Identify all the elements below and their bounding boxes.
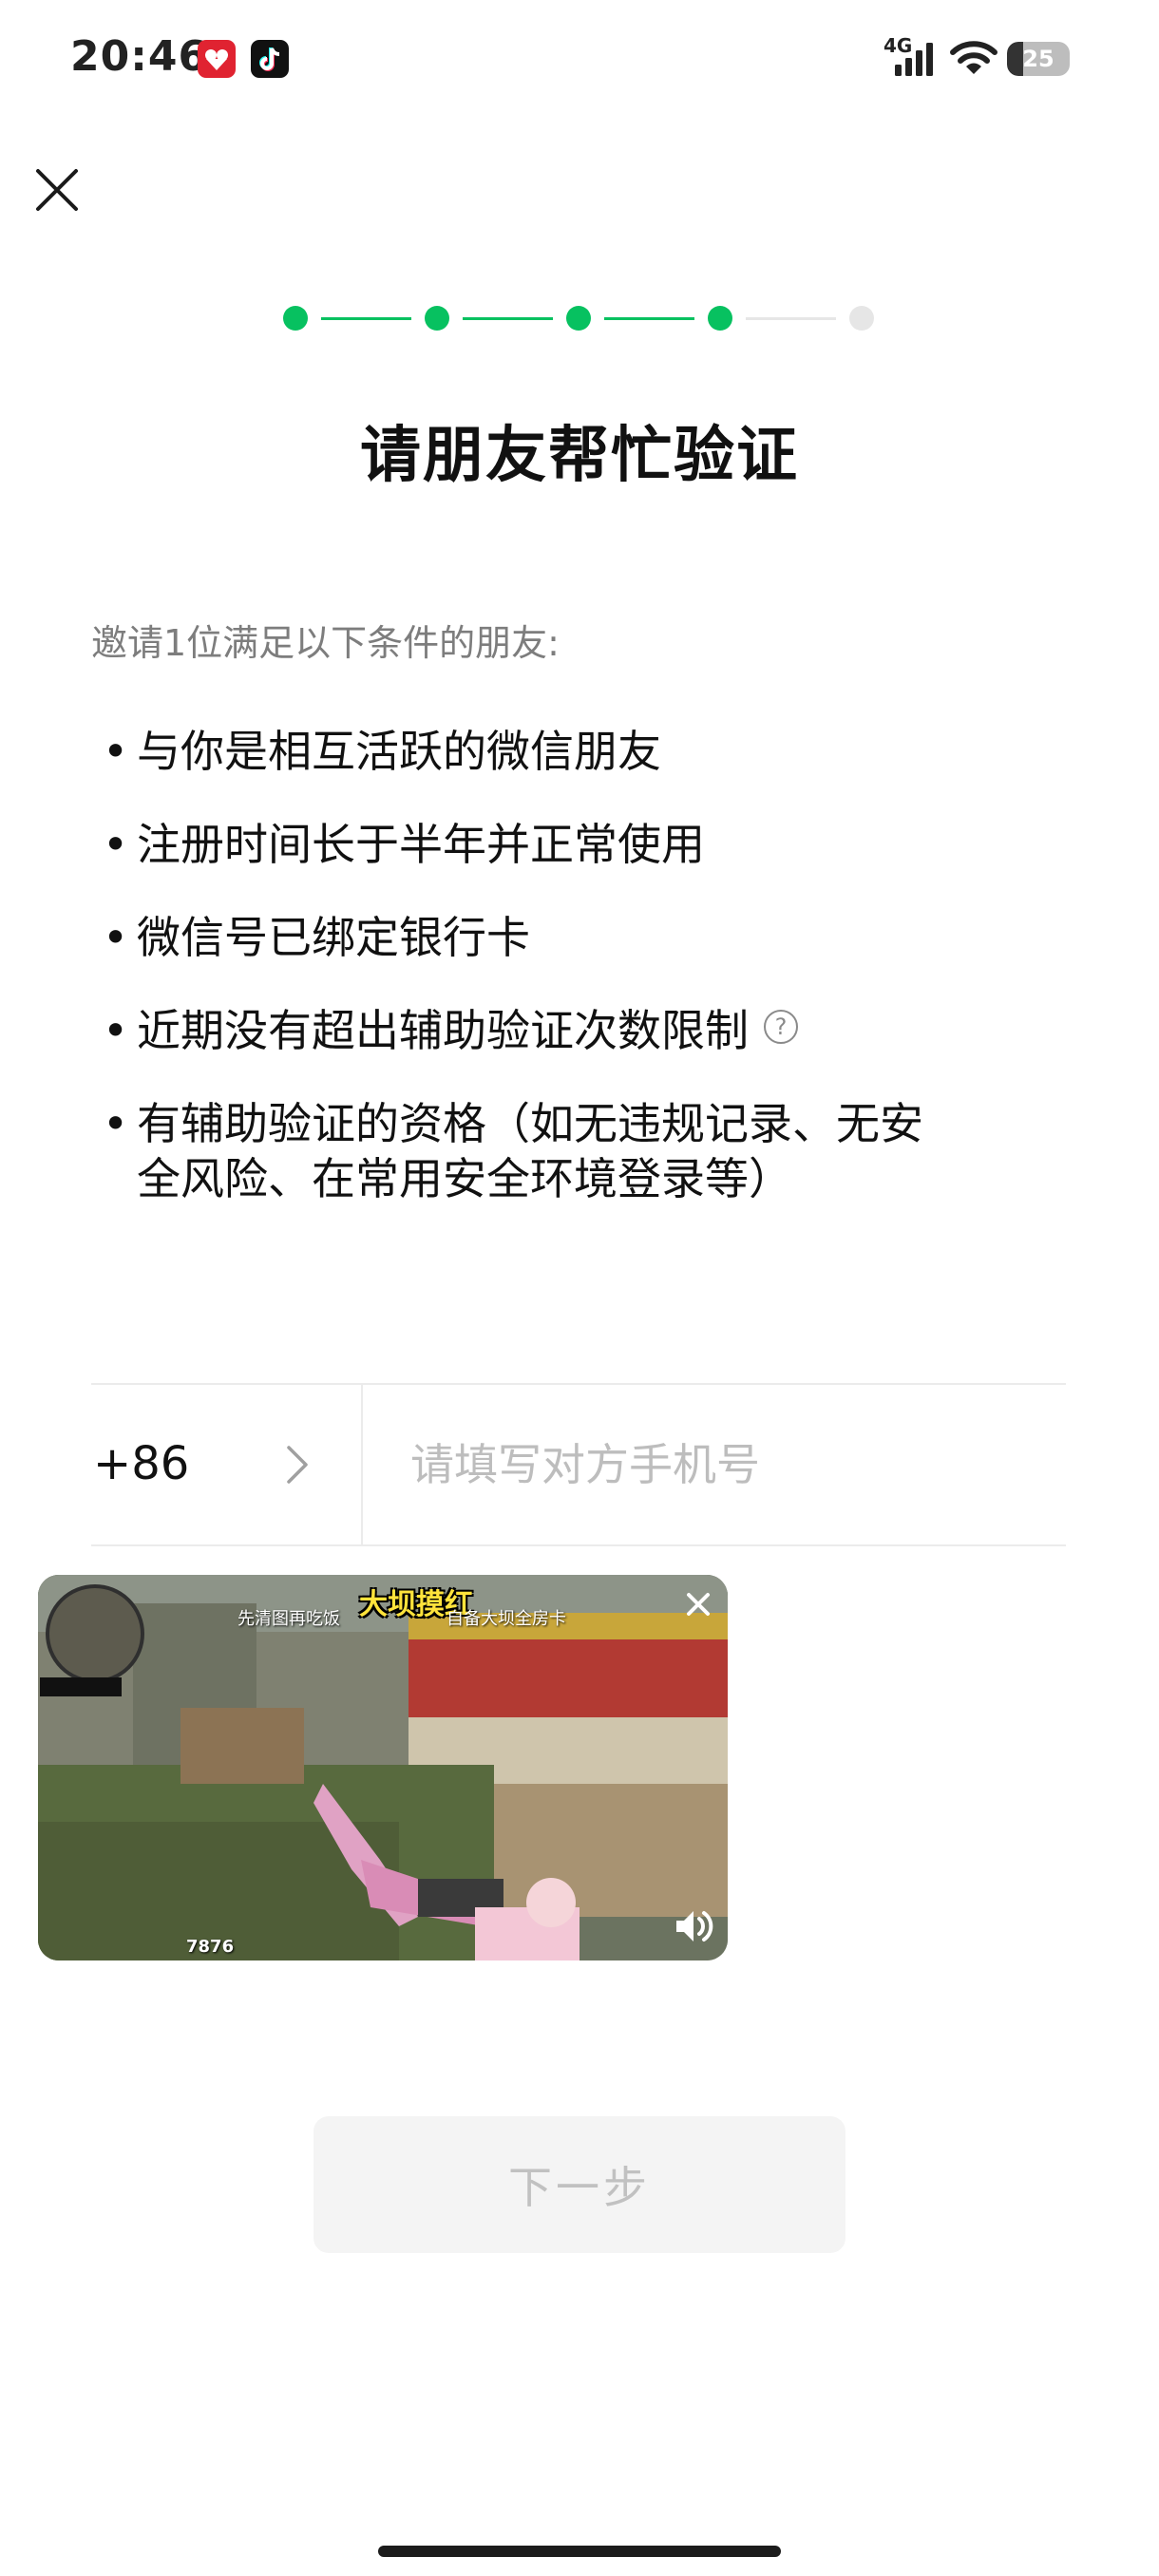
next-button[interactable]: 下一步 bbox=[314, 2116, 846, 2253]
wifi-icon bbox=[950, 41, 998, 74]
close-icon bbox=[36, 169, 78, 211]
progress-step-line bbox=[321, 317, 411, 320]
condition-item: • 与你是相互活跃的微信朋友 bbox=[103, 724, 1053, 779]
help-icon[interactable]: ? bbox=[762, 1003, 800, 1058]
conditions-intro: 邀请1位满足以下条件的朋友: bbox=[91, 622, 560, 664]
condition-text: 微信号已绑定银行卡 bbox=[137, 912, 530, 963]
status-time: 20:46 bbox=[70, 32, 209, 81]
condition-item: • 微信号已绑定银行卡 bbox=[103, 910, 1053, 965]
home-indicator[interactable] bbox=[378, 2546, 781, 2557]
condition-text: 与你是相互活跃的微信朋友 bbox=[137, 726, 661, 777]
phone-input-row: +86 bbox=[91, 1383, 1066, 1546]
progress-step-dot bbox=[425, 306, 449, 331]
close-button[interactable] bbox=[28, 161, 86, 218]
volume-icon bbox=[676, 1911, 713, 1941]
phone-number-input[interactable] bbox=[410, 1432, 1018, 1497]
bullet: • bbox=[103, 819, 129, 870]
progress-step-dot bbox=[708, 306, 732, 331]
condition-text: 注册时间长于半年并正常使用 bbox=[137, 819, 705, 870]
progress-steps bbox=[283, 302, 874, 334]
progress-step-dot bbox=[566, 306, 591, 331]
cellular-signal-icon bbox=[895, 43, 933, 76]
progress-step-line bbox=[604, 317, 694, 320]
volume-button[interactable] bbox=[671, 1904, 716, 1949]
progress-step-dot bbox=[849, 306, 874, 331]
battery-icon: 25 bbox=[1007, 42, 1070, 76]
svg-text:?: ? bbox=[775, 1013, 788, 1040]
bullet: • bbox=[103, 726, 129, 777]
video-subtitle-right: 自备大坝全房卡 bbox=[446, 1609, 566, 1629]
progress-step-dot bbox=[283, 306, 308, 331]
video-score: 7876 bbox=[186, 1937, 235, 1957]
app-notification-icon bbox=[198, 40, 236, 78]
condition-item: • 有辅助验证的资格（如无违规记录、无安 全风险、在常用安全环境登录等） bbox=[103, 1096, 1053, 1206]
status-bar: 20:46 4G 25 bbox=[0, 0, 1159, 114]
bullet: • bbox=[103, 1098, 129, 1149]
tiktok-notification-icon bbox=[251, 40, 289, 78]
floating-video[interactable]: 大坝摸红 先清图再吃饭 自备大坝全房卡 7876 bbox=[38, 1575, 728, 1960]
condition-text: 近期没有超出辅助验证次数限制 bbox=[137, 1005, 749, 1056]
close-icon bbox=[687, 1593, 710, 1616]
bullet: • bbox=[103, 1005, 129, 1056]
bullet: • bbox=[103, 912, 129, 963]
video-close-button[interactable] bbox=[682, 1588, 714, 1620]
video-frame bbox=[38, 1575, 728, 1960]
condition-text: 有辅助验证的资格（如无违规记录、无安 bbox=[137, 1098, 923, 1149]
condition-item: • 近期没有超出辅助验证次数限制? bbox=[103, 1003, 1053, 1058]
country-code-selector[interactable]: +86 bbox=[91, 1385, 363, 1544]
progress-step-line bbox=[746, 317, 836, 320]
battery-level: 25 bbox=[1022, 46, 1054, 72]
progress-step-line bbox=[463, 317, 553, 320]
video-subtitle-left: 先清图再吃饭 bbox=[238, 1609, 340, 1629]
chevron-right-icon bbox=[287, 1446, 308, 1484]
country-code: +86 bbox=[93, 1437, 190, 1490]
conditions-list: • 与你是相互活跃的微信朋友 • 注册时间长于半年并正常使用 • 微信号已绑定银行卡 … bbox=[103, 724, 1053, 1244]
condition-item: • 注册时间长于半年并正常使用 bbox=[103, 817, 1053, 872]
page-title: 请朋友帮忙验证 bbox=[360, 421, 799, 491]
condition-text-continued: 全风险、在常用安全环境登录等） bbox=[137, 1153, 792, 1204]
